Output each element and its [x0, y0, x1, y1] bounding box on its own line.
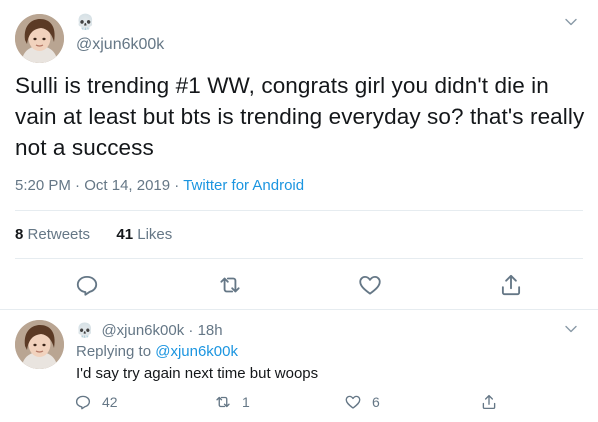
replying-to-mention[interactable]: @xjun6k00k [155, 343, 238, 360]
like-icon[interactable] [357, 272, 383, 298]
tweet-time[interactable]: 5:20 PM [15, 177, 71, 194]
likes-stat[interactable]: 41 Likes [116, 226, 172, 243]
retweets-stat[interactable]: 8 Retweets [15, 226, 90, 243]
share-icon[interactable] [498, 272, 524, 298]
chevron-down-icon[interactable] [564, 322, 578, 336]
tweet-age[interactable]: 18h [198, 322, 223, 339]
divider [15, 258, 583, 259]
like-icon [345, 395, 361, 409]
author-handle[interactable]: @xjun6k00k [101, 322, 184, 339]
tweet-date[interactable]: Oct 14, 2019 [84, 177, 170, 194]
reply-action[interactable]: 42 [74, 392, 118, 412]
retweet-icon[interactable] [217, 272, 243, 298]
replying-to: Replying to @xjun6k00k [76, 343, 238, 360]
reply-count: 42 [102, 394, 118, 410]
author-handle[interactable]: @xjun6k00k [76, 35, 164, 55]
share-icon [482, 394, 496, 410]
reply-text: I'd say try again next time but woops [76, 365, 319, 382]
like-action[interactable]: 6 [344, 392, 380, 412]
share-action[interactable] [480, 392, 508, 412]
reply-icon[interactable] [74, 272, 100, 298]
retweet-count: 1 [242, 394, 250, 410]
reply-icon [75, 395, 91, 410]
divider [15, 210, 583, 211]
reply-header: 💀 @xjun6k00k · 18h [76, 320, 223, 341]
reply-tweet[interactable]: 💀 @xjun6k00k · 18h Replying to @xjun6k00k… [0, 310, 598, 422]
like-count: 6 [372, 394, 380, 410]
skull-emoji: 💀 [76, 14, 95, 31]
retweet-icon [216, 396, 230, 408]
avatar[interactable] [15, 14, 64, 63]
tweet-text: Sulli is trending #1 WW, congrats girl y… [15, 73, 585, 160]
avatar[interactable] [15, 320, 64, 369]
skull-emoji: 💀 [76, 322, 94, 338]
tweet-stats: 8 Retweets 41 Likes [15, 225, 172, 245]
chevron-down-icon[interactable] [564, 15, 578, 29]
tweet-source[interactable]: Twitter for Android [183, 177, 304, 194]
retweet-action[interactable]: 1 [214, 392, 250, 412]
main-tweet: 💀 @xjun6k00k Sulli is trending #1 WW, co… [0, 0, 598, 310]
meta-separator: · [188, 322, 194, 339]
tweet-meta: 5:20 PM · Oct 14, 2019 · Twitter for And… [15, 176, 304, 196]
